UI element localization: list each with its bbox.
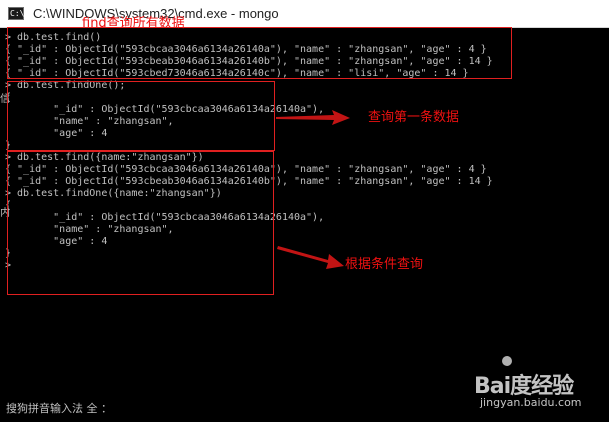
annotation-find-by-condition: 根据条件查询	[345, 257, 424, 272]
paw-icon	[502, 356, 512, 366]
cmd-icon-glyph: C:\	[10, 9, 25, 18]
arrow-to-find-condition-icon	[277, 246, 344, 269]
cmd-icon[interactable]: C:\	[8, 7, 24, 20]
find-all-highlight-box	[7, 27, 512, 79]
arrow-to-find-first-icon	[276, 110, 350, 125]
baidu-jingyan-watermark: Bai度经验 jingyan.baidu.com	[472, 354, 602, 416]
find-one-highlight-box	[7, 81, 275, 151]
ime-status: 搜狗拼音输入法 全 ：	[6, 402, 112, 415]
watermark-url: jingyan.baidu.com	[480, 396, 582, 409]
find-condition-highlight-box	[7, 151, 274, 295]
annotation-find-first: 查询第一条数据	[368, 110, 460, 125]
annotation-find-all: find查询所有数据	[82, 16, 185, 31]
